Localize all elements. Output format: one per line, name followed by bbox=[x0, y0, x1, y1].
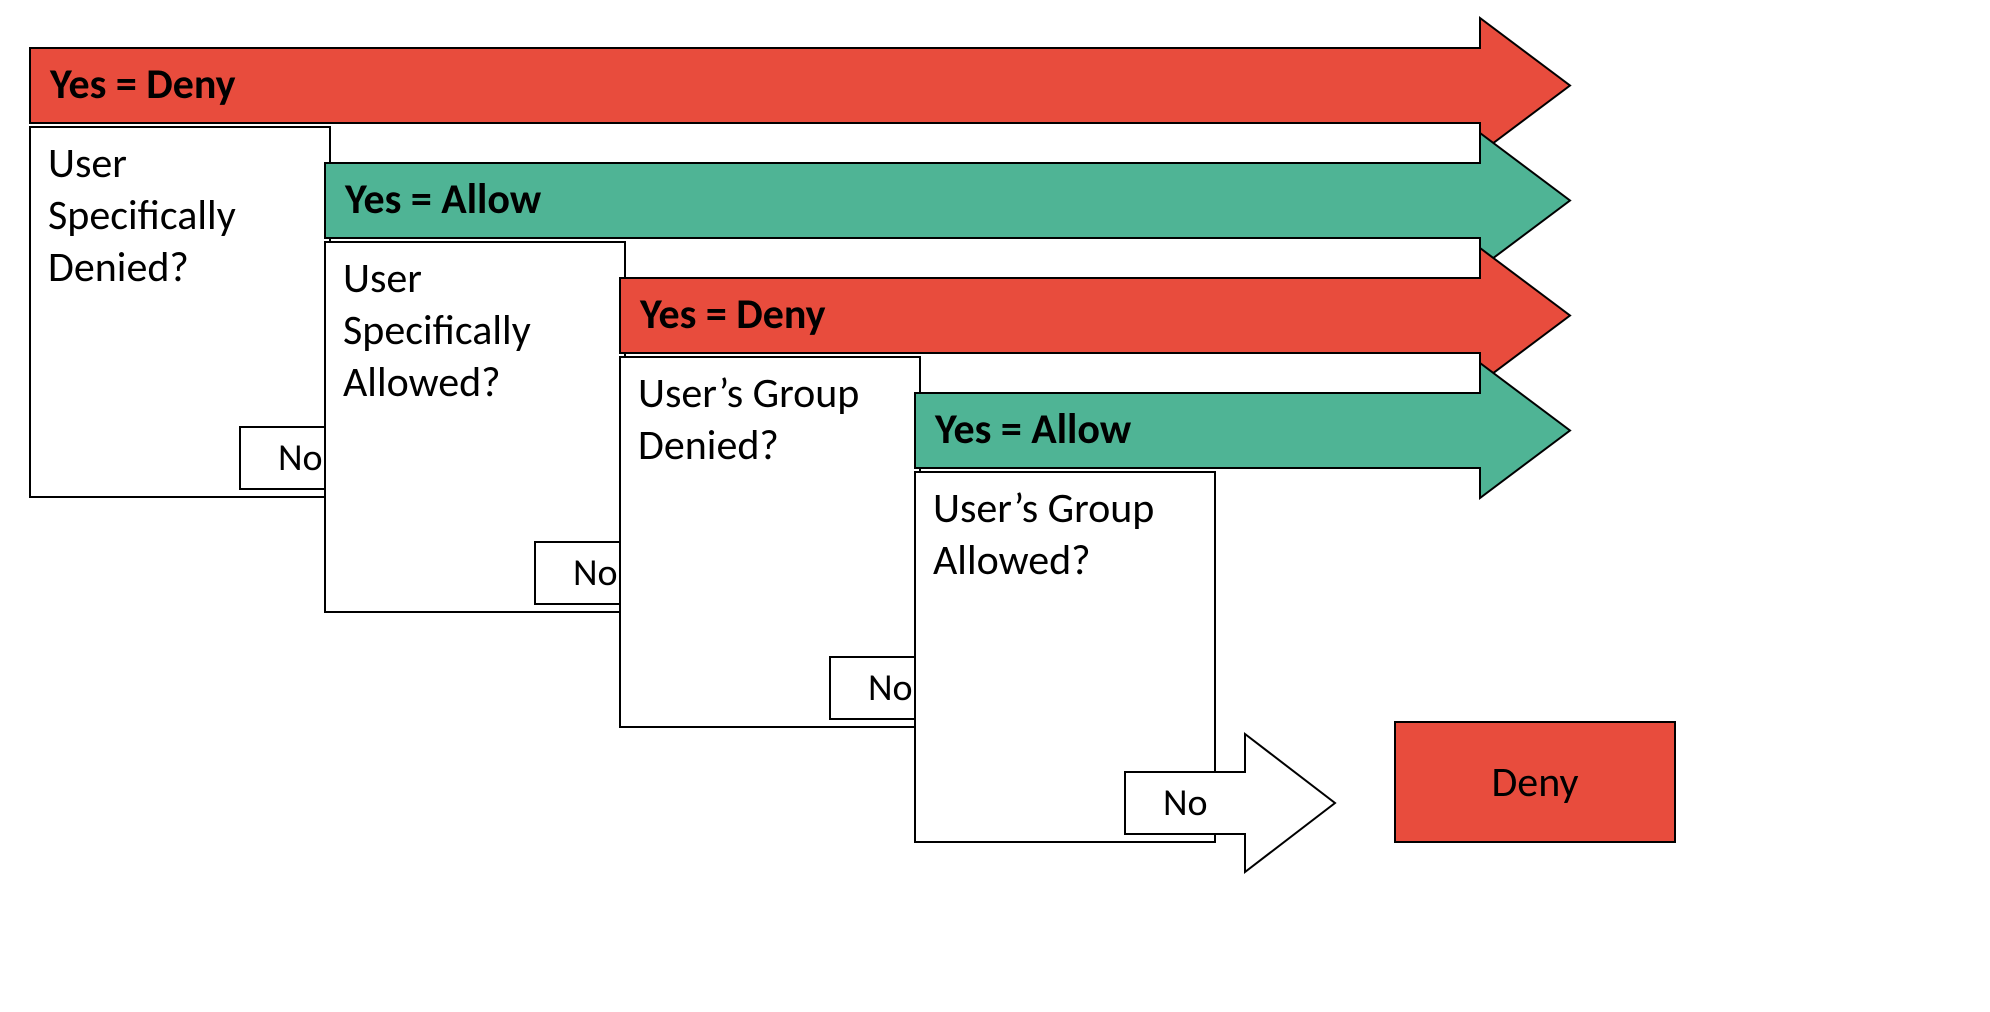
step-2-no-label: No bbox=[573, 550, 618, 596]
step-4-question-line-1: User’s Group bbox=[933, 483, 1154, 534]
step-3-header-label: Yes = Deny bbox=[639, 289, 826, 340]
step-3-no-label: No bbox=[868, 665, 913, 711]
permission-flow-diagram: Yes = DenyUserSpecificallyDenied?NoYes =… bbox=[0, 0, 1990, 1012]
step-2-question-line-3: Allowed? bbox=[343, 357, 501, 408]
final-deny-label: Deny bbox=[1491, 757, 1578, 808]
step-1-question-line-3: Denied? bbox=[48, 242, 189, 293]
step-2-question-line-1: User bbox=[343, 253, 422, 304]
step-1-question-line-2: Specifically bbox=[48, 190, 236, 241]
step-4-question-line-2: Allowed? bbox=[933, 535, 1091, 586]
step-1-header-label: Yes = Deny bbox=[49, 59, 236, 110]
step-2-header-label: Yes = Allow bbox=[344, 174, 542, 225]
step-3-question-line-2: Denied? bbox=[638, 420, 779, 471]
step-2-question-line-2: Specifically bbox=[343, 305, 531, 356]
step-3-question-line-1: User’s Group bbox=[638, 368, 859, 419]
step-1-question-line-1: User bbox=[48, 138, 127, 189]
step-4-header-label: Yes = Allow bbox=[934, 404, 1132, 455]
step-1-no-label: No bbox=[278, 435, 323, 481]
step-4-no-label: No bbox=[1163, 780, 1208, 826]
